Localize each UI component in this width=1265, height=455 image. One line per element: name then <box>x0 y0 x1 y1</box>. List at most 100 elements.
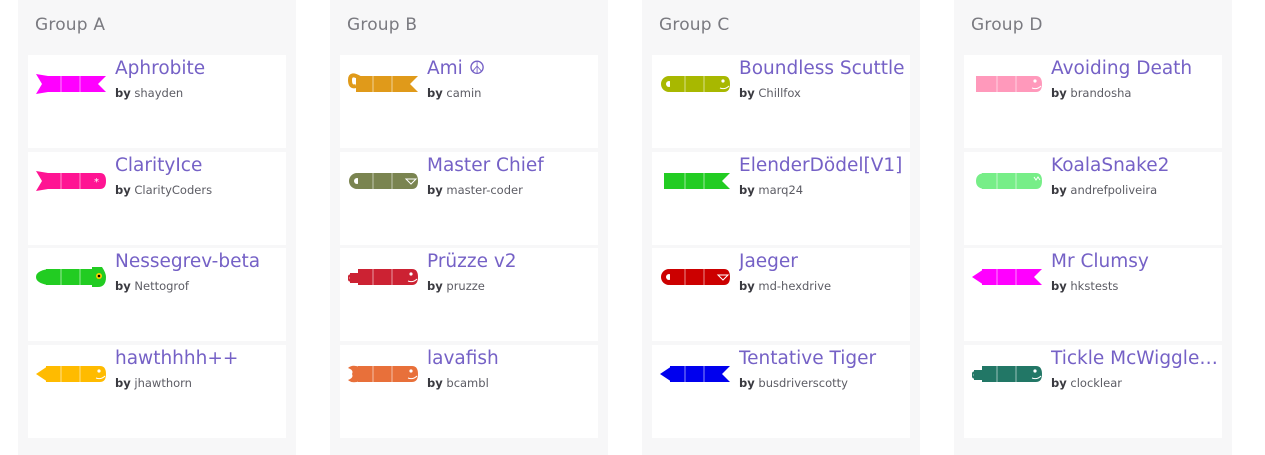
snake-author: by andrefpoliveira <box>1051 183 1157 197</box>
by-label: by <box>739 183 755 197</box>
snake-author: by camin <box>427 86 481 100</box>
snake-author: by md-hexdrive <box>739 279 831 293</box>
snake-avatar-icon[interactable]: * <box>36 167 106 195</box>
snake-author: by brandosha <box>1051 86 1131 100</box>
by-label: by <box>739 86 755 100</box>
snake-name-link[interactable]: Avoiding Death <box>1051 58 1219 79</box>
snake-avatar-icon[interactable] <box>348 70 418 98</box>
author-name: master-coder <box>446 183 523 197</box>
snake-card[interactable]: KoalaSnake2 by andrefpoliveira <box>964 152 1222 245</box>
snake-author: by pruzze <box>427 279 485 293</box>
snake-avatar-icon[interactable] <box>972 167 1042 195</box>
snake-author: by ClarityCoders <box>115 183 212 197</box>
snake-author: by jhawthorn <box>115 376 192 390</box>
snake-avatar-icon[interactable] <box>348 263 418 291</box>
snake-name-link[interactable]: lavafish <box>427 348 595 369</box>
author-name: brandosha <box>1070 86 1132 100</box>
snake-card[interactable]: * ClarityIce by ClarityCoders <box>28 152 286 245</box>
snake-avatar-icon[interactable] <box>348 167 418 195</box>
group-panel: Group B Ami ☮ by camin Master Chief by maste… <box>330 0 608 455</box>
snake-avatar-icon[interactable] <box>660 360 730 388</box>
snake-avatar-icon[interactable] <box>660 70 730 98</box>
author-name: md-hexdrive <box>758 279 832 293</box>
snake-name-link[interactable]: Prüzze v2 <box>427 251 595 272</box>
snake-name-link[interactable]: Tentative Tiger <box>739 348 907 369</box>
by-label: by <box>427 376 443 390</box>
author-name: marq24 <box>758 183 804 197</box>
snake-card[interactable]: lavafish by bcambl <box>340 345 598 438</box>
by-label: by <box>739 279 755 293</box>
snake-card[interactable]: Tentative Tiger by busdriverscotty <box>652 345 910 438</box>
snake-name-link[interactable]: Master Chief <box>427 155 595 176</box>
snake-author: by clocklear <box>1051 376 1122 390</box>
author-name: Chillfox <box>758 86 801 100</box>
group-panel: Group A Aphrobite by shayden * ClarityIce by … <box>18 0 296 455</box>
snake-avatar-icon[interactable] <box>660 263 730 291</box>
snake-name-link[interactable]: Aphrobite <box>115 58 283 79</box>
snake-author: by master-coder <box>427 183 523 197</box>
author-name: busdriverscotty <box>758 376 848 390</box>
snake-name-link[interactable]: ClarityIce <box>115 155 283 176</box>
snake-author: by marq24 <box>739 183 803 197</box>
by-label: by <box>427 183 443 197</box>
snake-name-link[interactable]: Ami ☮ <box>427 58 595 79</box>
snake-author: by hkstests <box>1051 279 1118 293</box>
snake-name-link[interactable]: ElenderDödel[V1] <box>739 155 907 176</box>
by-label: by <box>739 376 755 390</box>
snake-avatar-icon[interactable] <box>36 263 106 291</box>
snake-card[interactable]: Boundless Scuttle by Chillfox <box>652 55 910 148</box>
snake-name-link[interactable]: Mr Clumsy <box>1051 251 1219 272</box>
snake-name-link[interactable]: Nessegrev-beta <box>115 251 283 272</box>
snake-card[interactable]: Mr Clumsy by hkstests <box>964 248 1222 341</box>
snake-card[interactable]: Aphrobite by shayden <box>28 55 286 148</box>
snake-card[interactable]: ElenderDödel[V1] by marq24 <box>652 152 910 245</box>
snake-avatar-icon[interactable] <box>972 70 1042 98</box>
snake-author: by Chillfox <box>739 86 801 100</box>
snake-author: by busdriverscotty <box>739 376 848 390</box>
by-label: by <box>115 279 131 293</box>
snake-card[interactable]: Prüzze v2 by pruzze <box>340 248 598 341</box>
group-panel: Group C Boundless Scuttle by Chillfox Elend… <box>642 0 920 455</box>
snake-name-link[interactable]: hawthhhh++ <box>115 348 283 369</box>
snake-card[interactable]: Ami ☮ by camin <box>340 55 598 148</box>
snake-author: by shayden <box>115 86 183 100</box>
snake-avatar-icon[interactable] <box>36 70 106 98</box>
snake-card[interactable]: Avoiding Death by brandosha <box>964 55 1222 148</box>
by-label: by <box>115 376 131 390</box>
snake-name-link[interactable]: KoalaSnake2 <box>1051 155 1219 176</box>
author-name: jhawthorn <box>134 376 192 390</box>
group-panel: Group D Avoiding Death by brandosha KoalaSn… <box>954 0 1232 455</box>
snake-card[interactable]: hawthhhh++ by jhawthorn <box>28 345 286 438</box>
snake-card[interactable]: Jaeger by md-hexdrive <box>652 248 910 341</box>
group-title: Group D <box>971 15 1043 35</box>
author-name: ClarityCoders <box>134 183 213 197</box>
snake-name-link[interactable]: Jaeger <box>739 251 907 272</box>
by-label: by <box>427 86 443 100</box>
snake-name-link[interactable]: Boundless Scuttle <box>739 58 907 79</box>
snake-avatar-icon[interactable] <box>972 263 1042 291</box>
by-label: by <box>115 183 131 197</box>
by-label: by <box>1051 183 1067 197</box>
author-name: pruzze <box>446 279 485 293</box>
snake-avatar-icon[interactable] <box>36 360 106 388</box>
by-label: by <box>427 279 443 293</box>
snake-card[interactable]: Nessegrev-beta by Nettogrof <box>28 248 286 341</box>
by-label: by <box>1051 376 1067 390</box>
snake-card[interactable]: Master Chief by master-coder <box>340 152 598 245</box>
author-name: Nettogrof <box>134 279 189 293</box>
author-name: clocklear <box>1070 376 1122 390</box>
snake-author: by bcambl <box>427 376 489 390</box>
author-name: shayden <box>134 86 184 100</box>
snake-avatar-icon[interactable] <box>660 167 730 195</box>
svg-text:*: * <box>94 177 99 188</box>
by-label: by <box>1051 86 1067 100</box>
author-name: andrefpoliveira <box>1070 183 1158 197</box>
snake-avatar-icon[interactable] <box>348 360 418 388</box>
snake-name-link[interactable]: Tickle McWiggleton <box>1051 348 1219 369</box>
group-title: Group B <box>347 15 418 35</box>
snake-card[interactable]: Tickle McWiggleton by clocklear <box>964 345 1222 438</box>
group-title: Group C <box>659 15 730 35</box>
by-label: by <box>1051 279 1067 293</box>
by-label: by <box>115 86 131 100</box>
snake-avatar-icon[interactable] <box>972 360 1042 388</box>
